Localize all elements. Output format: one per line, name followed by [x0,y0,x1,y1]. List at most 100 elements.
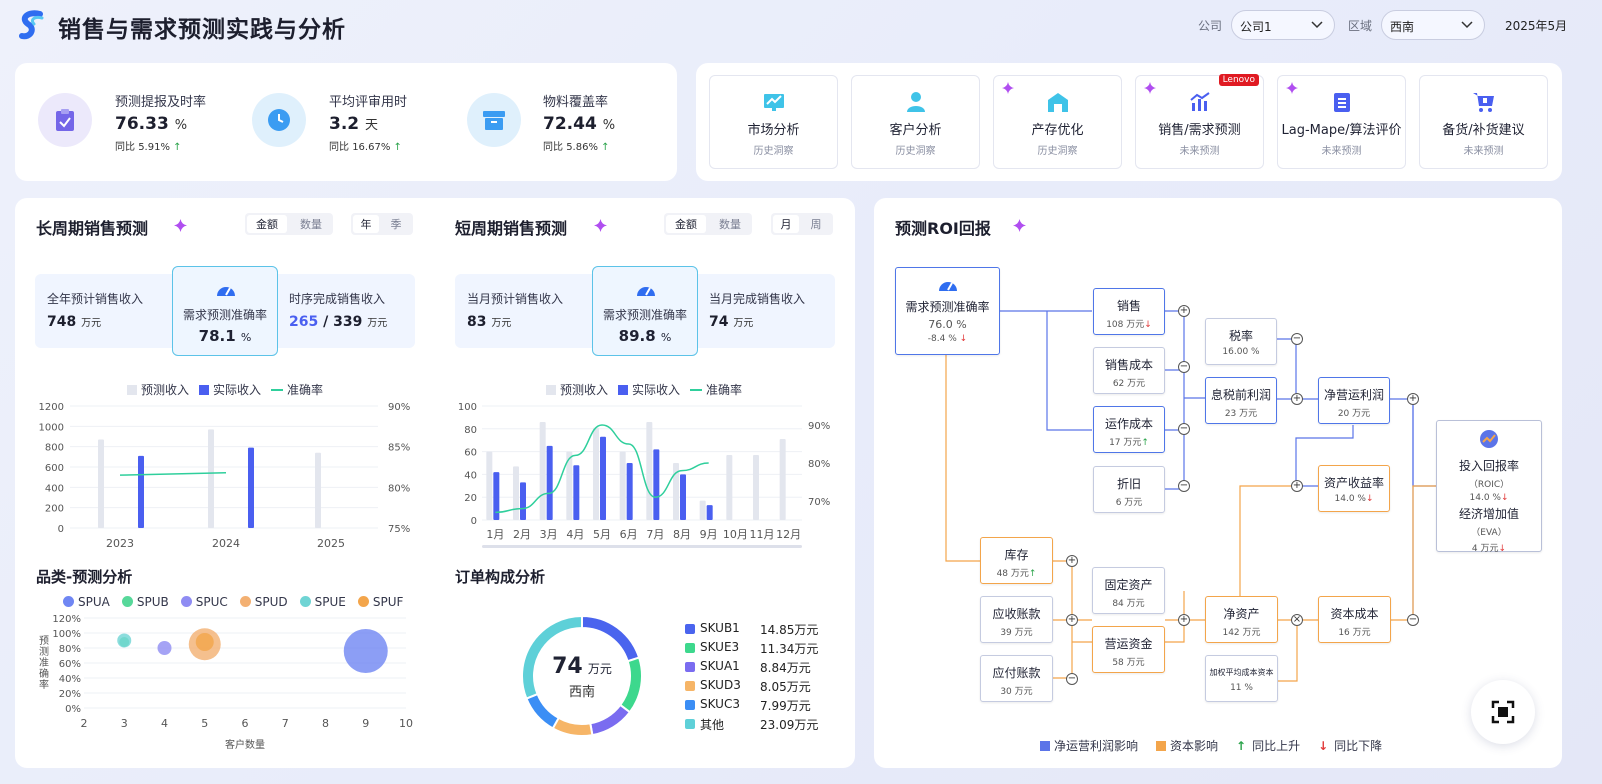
month-week-toggle[interactable]: 月 周 [771,213,833,235]
node-value: 16.00 % [1222,347,1260,357]
roi-node-inventory[interactable]: 库存 48 万元↑ [980,537,1053,584]
roi-node-receivable[interactable]: 应收账款 39 万元 [980,596,1053,643]
x-tick-label: 3 [121,717,128,730]
roi-node-nopat[interactable]: 净营运利润 20 万元 [1318,377,1390,424]
chart-scrollbar [482,545,802,548]
toggle-quantity[interactable]: 数量 [289,213,333,235]
toggle-week[interactable]: 周 [801,213,831,235]
short-term-chart: 0 20 40 60 80 100 70% 80% 90% 1月 2月 3月 4月 5月 6月 7月 8月 9月 1… [458,402,830,548]
roi-node-sales[interactable]: 销售 108 万元↓ [1093,288,1165,335]
legend-value: 23.09万元 [760,718,819,732]
sparkle-icon [594,219,607,232]
legend-spua: SPUA [63,595,110,609]
toggle-amount[interactable]: 金额 [247,215,287,233]
date-picker[interactable]: 2025年5月 [1505,17,1567,34]
toggle-month[interactable]: 月 [773,215,799,233]
roi-trend-icon [1480,430,1498,448]
x-tick-label: 4月 [566,528,584,541]
lenovo-badge: Lenovo [1218,74,1259,86]
toggle-amount[interactable]: 金额 [666,215,706,233]
node-name: 投入回报率 [1458,459,1519,473]
short-term-accuracy-box: 需求预测准确率 89.8 % [592,266,698,356]
bar-actual [626,463,633,520]
roi-node-opex[interactable]: 运作成本 17 万元↑ [1093,406,1165,453]
node-value: 142 万元 [1222,628,1261,638]
roi-node-roa[interactable]: 资产收益率 14.0 %↓ [1318,465,1390,512]
y-tick-label: 200 [45,504,64,515]
x-tick-label: 2025 [317,537,345,550]
roi-node-payable[interactable]: 应付账款 30 万元 [980,655,1053,702]
y-tick-label: 60% [59,659,81,670]
nav-lag-mape[interactable]: Lag-Mape/算法评价 未来预测 [1277,75,1406,169]
roi-node-capital-cost[interactable]: 资本成本 16 万元 [1318,596,1391,643]
bar-actual [520,482,526,520]
roi-node-ebit[interactable]: 息税前利润 23 万元 [1205,377,1277,424]
fullscreen-icon [1491,700,1515,724]
monthly-forecast-label: 当月预计销售收入 [467,292,564,306]
node-value: 48 万元↑ [996,569,1037,579]
fullscreen-button[interactable] [1471,680,1535,744]
toggle-quarter[interactable]: 季 [381,213,411,235]
node-name: 库存 [1004,548,1029,562]
node-value: 30 万元 [1000,687,1033,697]
toggle-quantity[interactable]: 数量 [708,213,752,235]
legend-label: SPUB [136,595,169,609]
amount-quantity-toggle[interactable]: 金额 数量 [245,213,333,235]
legend-value: 11.34万元 [760,642,819,656]
node-value: 20 万元 [1337,409,1371,419]
company-select[interactable]: 公司1 [1231,10,1335,40]
nav-title: 备货/补货建议 [1442,123,1525,138]
roi-node-fixed-assets[interactable]: 固定资产 84 万元 [1092,567,1165,614]
annual-forecast-label: 全年预计销售收入 [47,292,144,306]
y-tick-label: 1200 [39,402,64,413]
roi-node-working-capital[interactable]: 营运资金 58 万元 [1092,626,1165,673]
roi-node-tax[interactable]: 税率 16.00 % [1205,318,1277,365]
year-quarter-toggle[interactable]: 年 季 [351,213,413,235]
nav-title: 销售/需求预测 [1158,123,1241,138]
arrow-down-icon: ↓ [1500,493,1509,503]
long-term-chart: 0 200 400 600 800 1000 1200 75% 80% 85% 90% 2023 202… [39,402,411,550]
y-tick-label: 40 [464,470,477,481]
clock-icon [252,93,306,147]
node-value: 14.0 %↓ [1469,493,1509,503]
y-axis-label: 准 [39,657,49,669]
gauge-icon [217,287,235,296]
roi-node-accuracy[interactable]: 需求预测准确率 76.0 % -8.4 % ↓ [895,267,1000,355]
toggle-year[interactable]: 年 [353,215,379,233]
region-select[interactable]: 西南 [1381,10,1485,40]
node-name: 净资产 [1223,607,1260,621]
bar-forecast [539,421,546,520]
sparkle-icon [1286,82,1298,94]
sparkle-icon [1002,82,1014,94]
arrow-up-icon: ↑ [173,142,182,153]
nav-replenishment[interactable]: 备货/补货建议 未来预测 [1419,75,1548,169]
nav-inventory-optimization[interactable]: 产存优化 历史洞察 [993,75,1122,169]
multiply-operator-icon: × [1291,614,1303,626]
monthly-sales-value: 74 万元 [709,314,754,330]
plus-operator-icon: + [1178,614,1190,626]
arrow-down-icon: ↓ [1365,494,1374,504]
nav-sales-forecast[interactable]: Lenovo 销售/需求预测 未来预测 [1135,74,1264,169]
nav-customer-analysis[interactable]: 客户分析 历史洞察 [851,75,980,169]
nav-market-analysis[interactable]: 市场分析 历史洞察 [709,75,838,169]
roi-node-wacc[interactable]: 加权平均成本资本 11 % [1205,655,1278,702]
y2-tick-label: 85% [388,443,410,454]
roi-node-roic[interactable]: 投入回报率 （ROIC） 14.0 %↓ 经济增加值 （EVA） 4 万元↓ [1436,420,1542,554]
chevron-down-icon [1311,21,1323,29]
roi-node-cogs[interactable]: 销售成本 62 万元 [1093,347,1165,394]
node-name: 应收账款 [992,607,1041,621]
legend-swatch [685,643,695,653]
kpi-value: 76.33 % [115,114,188,134]
nav-sub: 未来预测 [1321,146,1362,157]
timed-sales-label: 时序完成销售收入 [289,292,386,306]
x-tick-label: 2024 [212,537,240,550]
roi-node-depreciation[interactable]: 折旧 6 万元 [1093,466,1165,513]
legend-label: SPUD [254,595,288,609]
amount-quantity-toggle[interactable]: 金额 数量 [664,213,752,235]
legend-swatch [685,662,695,672]
roi-node-net-assets[interactable]: 净资产 142 万元 [1205,596,1278,643]
y2-tick-label: 90% [808,421,830,432]
legend-item: SKUD3 8.05万元 [685,678,825,697]
legend-swatch [685,681,695,691]
legend-label: SKUA1 [700,659,740,673]
